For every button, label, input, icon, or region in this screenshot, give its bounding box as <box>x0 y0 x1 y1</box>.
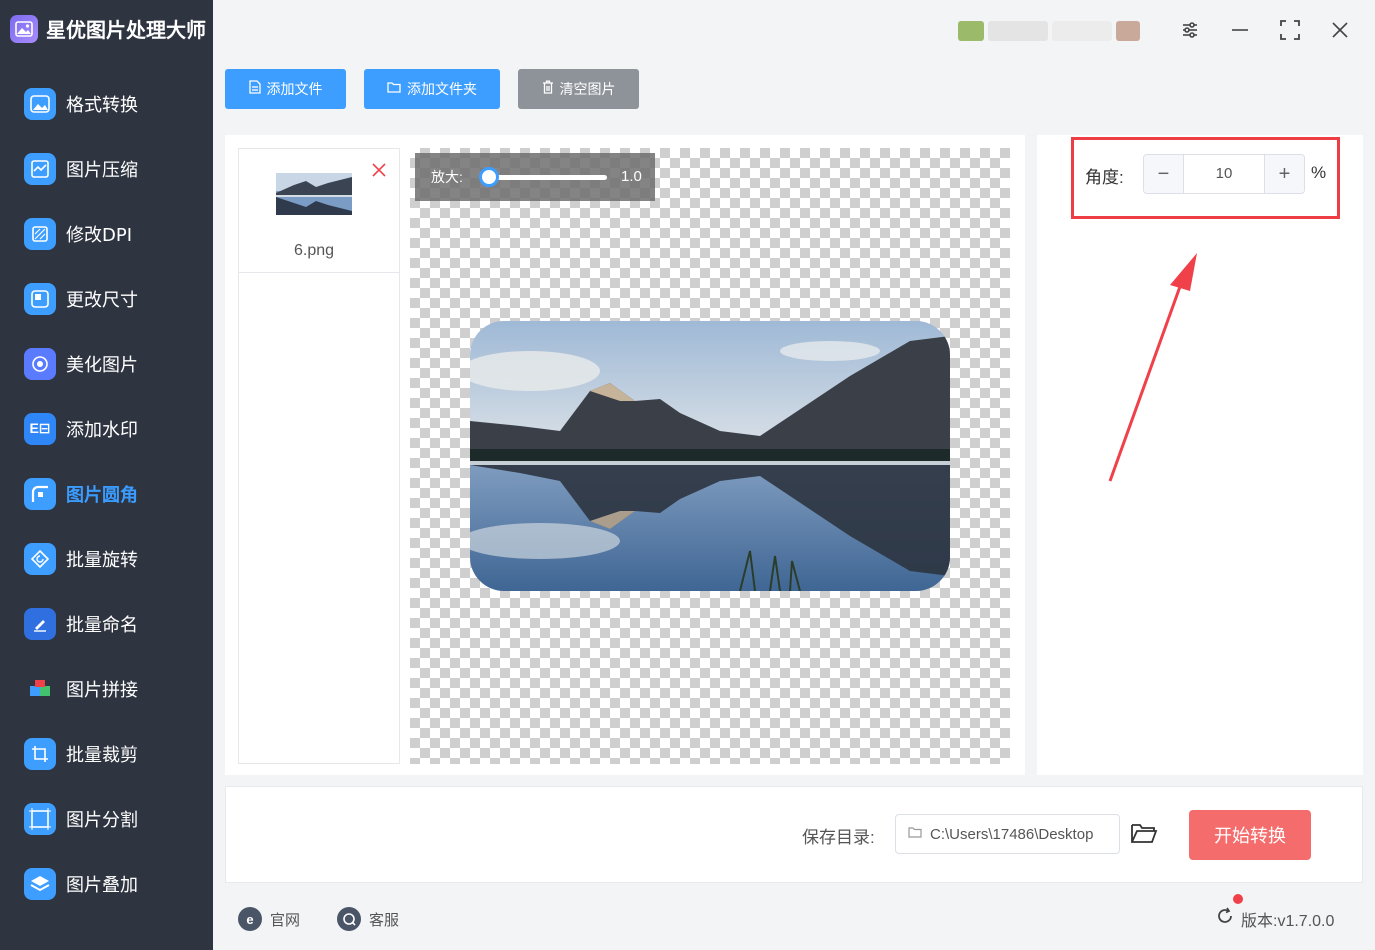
minimize-icon[interactable] <box>1226 16 1254 44</box>
app-title: 星优图片处理大师 <box>46 18 206 42</box>
save-path-field[interactable]: C:\Users\17486\Desktop <box>895 814 1120 854</box>
rounded-corner-icon <box>24 477 56 510</box>
add-folder-button[interactable]: 添加文件夹 <box>364 69 500 109</box>
sidebar: 星优图片处理大师 格式转换图片压缩修改DPI 更改尺寸美化图片 E⊟ 添加水印图片圆角… <box>0 0 213 950</box>
maximize-icon[interactable] <box>1276 16 1304 44</box>
settings-sliders-icon[interactable] <box>1176 16 1204 44</box>
add-file-label: 添加文件 <box>266 82 323 98</box>
resize-icon <box>24 282 56 315</box>
file-name: 6.png <box>293 242 335 259</box>
image-convert-icon <box>24 87 56 120</box>
folder-icon <box>387 81 401 97</box>
sidebar-item-label: 图片圆角 <box>66 484 138 506</box>
save-dir-label: 保存目录: <box>802 828 875 847</box>
file-thumbnail <box>276 173 352 215</box>
rotate-icon <box>24 542 56 575</box>
chat-icon <box>337 907 361 931</box>
increment-button[interactable]: + <box>1264 155 1304 193</box>
save-path-value: C:\Users\17486\Desktop <box>930 825 1094 843</box>
zoom-value: 1.0 <box>621 168 642 185</box>
watermark-icon: E⊟ <box>24 412 56 445</box>
sidebar-item-label: 格式转换 <box>66 94 138 116</box>
app-logo-icon <box>10 14 38 43</box>
clear-label: 清空图片 <box>559 82 616 98</box>
compress-icon <box>24 152 56 185</box>
sidebar-item-label: 图片压缩 <box>66 159 138 181</box>
sidebar-item-label: 图片拼接 <box>66 679 138 701</box>
sidebar-item-label: 批量命名 <box>66 614 138 636</box>
file-list: 6.png <box>238 148 400 764</box>
rename-icon <box>24 607 56 640</box>
angle-unit: % <box>1311 163 1327 182</box>
sidebar-item-10[interactable]: 批量裁剪 <box>0 721 213 786</box>
crop-icon <box>24 737 56 770</box>
zoom-slider-track[interactable] <box>487 175 607 180</box>
preview-image <box>470 321 950 591</box>
start-convert-button[interactable]: 开始转换 <box>1189 810 1311 860</box>
split-icon <box>24 802 56 835</box>
sidebar-item-label: 图片叠加 <box>66 874 138 896</box>
sidebar-item-0[interactable]: 格式转换 <box>0 71 213 136</box>
list-item[interactable]: 6.png <box>239 149 399 273</box>
arrow-annotation-icon <box>1108 253 1197 482</box>
decrement-button[interactable]: − <box>1144 155 1184 193</box>
sidebar-item-label: 添加水印 <box>66 419 138 441</box>
zoom-slider-thumb[interactable] <box>479 167 499 187</box>
sidebar-item-5[interactable]: E⊟ 添加水印 <box>0 396 213 461</box>
angle-input[interactable] <box>1184 155 1264 193</box>
puzzle-icon <box>24 673 56 705</box>
brand: 星优图片处理大师 <box>10 14 206 43</box>
remove-file-icon[interactable] <box>372 163 386 177</box>
toolbar: 添加文件 添加文件夹 清空图片 <box>225 69 639 109</box>
sidebar-item-label: 更改尺寸 <box>66 289 138 311</box>
layers-icon <box>24 867 56 900</box>
ie-icon: e <box>238 907 262 931</box>
website-link[interactable]: e 官网 <box>238 907 300 931</box>
main-panel: 6.png 放大: 1.0 <box>225 135 1025 775</box>
version-info[interactable]: 版本:v1.7.0.0 <box>1215 906 1334 931</box>
angle-label: 角度: <box>1085 168 1124 187</box>
sidebar-item-label: 修改DPI <box>66 224 133 246</box>
sidebar-item-11[interactable]: 图片分割 <box>0 786 213 851</box>
sidebar-item-label: 图片分割 <box>66 809 138 831</box>
sidebar-item-3[interactable]: 更改尺寸 <box>0 266 213 331</box>
sidebar-item-9[interactable]: 图片拼接 <box>0 656 213 721</box>
sidebar-item-12[interactable]: 图片叠加 <box>0 851 213 916</box>
version-label: 版本:v1.7.0.0 <box>1241 912 1335 930</box>
sidebar-item-2[interactable]: 修改DPI <box>0 201 213 266</box>
sidebar-item-8[interactable]: 批量命名 <box>0 591 213 656</box>
refresh-icon <box>1215 906 1235 931</box>
add-file-button[interactable]: 添加文件 <box>225 69 346 109</box>
sidebar-item-label: 美化图片 <box>66 354 138 376</box>
support-link[interactable]: 客服 <box>337 907 399 931</box>
preview-canvas: 放大: 1.0 <box>410 148 1010 764</box>
dpi-icon <box>24 217 56 250</box>
sidebar-item-7[interactable]: 批量旋转 <box>0 526 213 591</box>
trash-icon <box>542 80 554 98</box>
sidebar-item-6[interactable]: 图片圆角 <box>0 461 213 526</box>
zoom-label: 放大: <box>431 169 463 185</box>
add-folder-label: 添加文件夹 <box>407 82 477 98</box>
beautify-icon <box>24 347 56 380</box>
update-badge <box>1233 894 1243 904</box>
open-folder-icon[interactable] <box>1130 821 1160 847</box>
close-icon[interactable] <box>1326 16 1354 44</box>
sidebar-item-4[interactable]: 美化图片 <box>0 331 213 396</box>
folder-outline-icon <box>908 825 922 843</box>
support-label: 客服 <box>369 911 400 929</box>
sidebar-nav: 格式转换图片压缩修改DPI 更改尺寸美化图片 E⊟ 添加水印图片圆角批量旋转批量命名图… <box>0 71 213 916</box>
angle-stepper: − + <box>1143 154 1305 194</box>
zoom-control: 放大: 1.0 <box>415 153 655 201</box>
user-avatar[interactable] <box>958 12 1148 50</box>
website-label: 官网 <box>270 911 301 929</box>
sidebar-item-label: 批量旋转 <box>66 549 138 571</box>
sidebar-item-1[interactable]: 图片压缩 <box>0 136 213 201</box>
clear-images-button[interactable]: 清空图片 <box>518 69 639 109</box>
sidebar-item-label: 批量裁剪 <box>66 744 138 766</box>
file-icon <box>248 80 261 98</box>
